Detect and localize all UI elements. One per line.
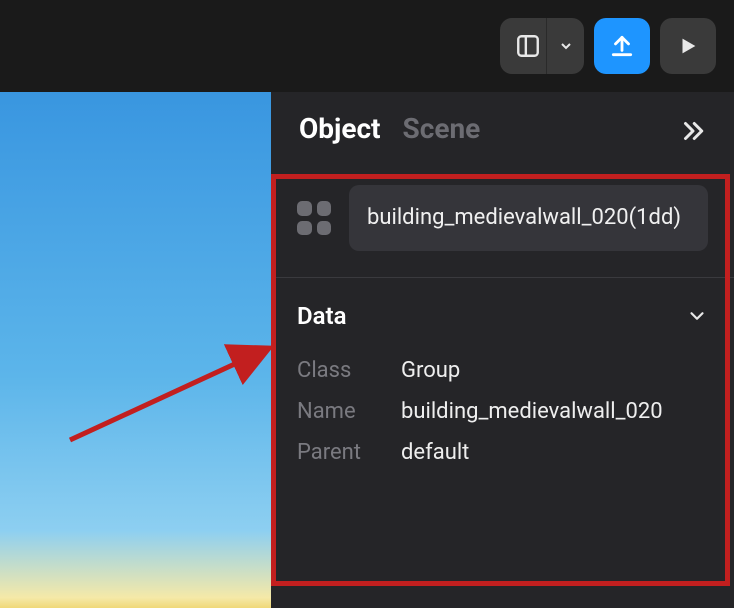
property-value: default xyxy=(401,440,469,465)
property-value: building_medievalwall_020 xyxy=(401,399,663,424)
section-header-data[interactable]: Data xyxy=(271,278,734,346)
upload-icon xyxy=(609,33,635,59)
play-button[interactable] xyxy=(660,18,716,74)
property-row-parent: Parent default xyxy=(297,432,708,473)
property-label: Name xyxy=(297,399,401,424)
data-properties: Class Group Name building_medievalwall_0… xyxy=(271,346,734,493)
tab-object[interactable]: Object xyxy=(299,112,381,145)
property-value: Group xyxy=(401,358,460,383)
layout-icon xyxy=(515,33,541,59)
property-row-class: Class Group xyxy=(297,350,708,391)
viewport-3d[interactable] xyxy=(0,92,271,608)
top-toolbar xyxy=(0,0,734,92)
object-name-row: building_medievalwall_020(1dd) xyxy=(271,163,734,278)
layout-dropdown-button[interactable] xyxy=(546,18,584,74)
section-title: Data xyxy=(297,302,346,330)
chevron-down-icon xyxy=(686,305,708,327)
object-name-field[interactable]: building_medievalwall_020(1dd) xyxy=(349,185,708,251)
group-icon xyxy=(297,201,331,235)
chevron-down-icon xyxy=(558,38,574,54)
chevron-double-right-icon xyxy=(678,116,708,146)
layout-button-group xyxy=(500,18,584,74)
inspector-panel: Object Scene building_medievalwall_020(1… xyxy=(271,92,734,608)
play-icon xyxy=(677,35,699,57)
property-label: Parent xyxy=(297,440,401,465)
tab-scene[interactable]: Scene xyxy=(403,112,481,145)
inspector-tabs: Object Scene xyxy=(271,92,734,163)
property-label: Class xyxy=(297,358,401,383)
property-row-name: Name building_medievalwall_020 xyxy=(297,391,708,432)
upload-button[interactable] xyxy=(594,18,650,74)
expand-button[interactable] xyxy=(678,116,708,150)
